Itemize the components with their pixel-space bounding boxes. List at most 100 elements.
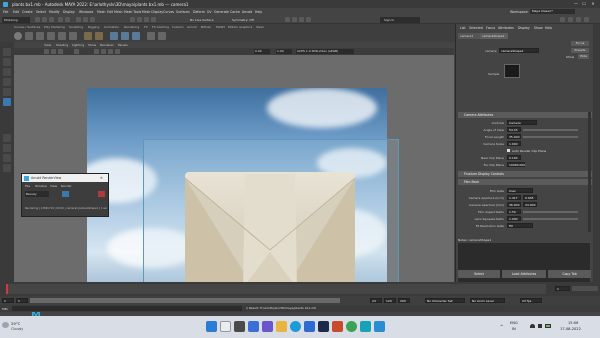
shelf-target-weld-icon[interactable] (158, 32, 166, 40)
vp-menu-renderer[interactable]: Renderer (100, 43, 114, 47)
mode-select[interactable]: Modeling (2, 16, 30, 23)
chrome-icon[interactable] (346, 321, 357, 332)
select-hierarchy-icon[interactable] (76, 16, 81, 22)
timeline-track[interactable] (6, 284, 546, 294)
shelf-extrude-icon[interactable] (110, 32, 118, 40)
shelf-cylinder-icon[interactable] (36, 32, 44, 40)
arnold-render-window[interactable]: Arnold RenderView ✕ File Window View Ren… (21, 173, 109, 217)
focus-button[interactable]: Focus (571, 41, 589, 46)
anim-layer-select[interactable]: No Anim Layer (470, 298, 505, 303)
mel-label[interactable]: MEL (2, 307, 8, 311)
aperture-mm-field-1[interactable]: 36.000 (507, 202, 521, 207)
menu-select[interactable]: Select (36, 10, 46, 14)
modeling-toolkit-icon[interactable] (560, 16, 565, 22)
select-component-icon[interactable] (90, 16, 95, 22)
rw-menu-file[interactable]: File (25, 184, 30, 188)
attr-tab-display[interactable]: Display (518, 26, 530, 30)
select-object-icon[interactable] (83, 16, 88, 22)
viewport[interactable]: View Shading Lighting Show Renderer Pane… (14, 42, 454, 321)
playback-start-field[interactable]: 1 (16, 298, 28, 303)
ipr-render-icon[interactable] (292, 16, 297, 22)
vp-menu-lighting[interactable]: Lighting (72, 43, 84, 47)
anim-end-field-2[interactable]: 200 (398, 298, 410, 303)
camera-attrs-icon[interactable] (44, 49, 49, 54)
time-slider[interactable]: 1 (0, 282, 600, 296)
shelf-plane-icon[interactable] (58, 32, 66, 40)
render-close-icon[interactable]: ✕ (100, 176, 103, 180)
shelf-tab-sculpting[interactable]: Sculpting (69, 25, 83, 29)
shelf-sphere-icon[interactable] (14, 32, 22, 40)
scale-tool-icon[interactable] (3, 98, 11, 106)
shelf-tab-mash[interactable]: MASH (216, 25, 225, 29)
film-gate-select[interactable]: User (507, 188, 533, 193)
menu-mesh-tools[interactable]: Mesh Tools (124, 10, 141, 14)
menu-mesh-display[interactable]: Mesh Display (142, 10, 163, 14)
shelf-tab-poly[interactable]: Poly Modeling (44, 25, 65, 29)
image-plane-icon[interactable] (58, 49, 63, 54)
node-tab-camera1[interactable]: camera1 (458, 33, 480, 39)
playback-controls[interactable] (572, 286, 598, 291)
frustum-section[interactable]: Frustum Display Controls (458, 171, 592, 177)
maya-taskbar-icon[interactable] (360, 321, 371, 332)
menu-help[interactable]: Help (255, 10, 262, 14)
film-aspect-slider[interactable] (523, 211, 578, 213)
attr-scrollbar[interactable] (588, 112, 591, 232)
shelf-tab-animation[interactable]: Animation (104, 25, 119, 29)
envelope-mesh[interactable] (185, 172, 355, 290)
wifi-icon[interactable] (530, 324, 535, 328)
shelf-tab-motion-graphics[interactable]: Motion Graphics (228, 25, 252, 29)
tool-settings-icon[interactable] (576, 16, 581, 22)
attr-tab-attributes[interactable]: Attributes (498, 26, 514, 30)
undo-icon[interactable] (58, 16, 63, 22)
menu-modify[interactable]: Modify (49, 10, 60, 14)
minimize-button[interactable]: — (572, 1, 580, 7)
color-space-select[interactable]: ACES 1.0 SDR-video (sRGB) (296, 49, 354, 54)
camera-scale-field[interactable]: 1.000 (507, 141, 521, 146)
shelf-tab-bifrost[interactable]: Bifrost (201, 25, 211, 29)
textured-icon[interactable] (108, 49, 113, 54)
start-icon[interactable] (206, 321, 217, 332)
shelf-bevel-icon[interactable] (132, 32, 140, 40)
character-set-select[interactable]: No Character Set (425, 298, 465, 303)
shelf-tab-custom[interactable]: Custom (172, 25, 184, 29)
outliner-layout-icon[interactable] (3, 164, 11, 172)
menu-display[interactable]: Display (63, 10, 75, 14)
sign-in-button[interactable]: Sign In (380, 16, 420, 23)
task-view-icon[interactable] (234, 321, 245, 332)
move-tool-icon[interactable] (3, 78, 11, 86)
film-aspect-field[interactable]: 1.50 (507, 209, 521, 214)
fps-select[interactable]: 24 fps (520, 298, 542, 303)
search-icon[interactable] (220, 321, 231, 332)
file-explorer-icon[interactable] (276, 321, 287, 332)
lens-squeeze-field[interactable]: 1.000 (507, 216, 521, 221)
select-tool-icon[interactable] (3, 48, 11, 56)
shelf-multicut-icon[interactable] (147, 32, 155, 40)
render-window-header[interactable]: Arnold RenderView ✕ (22, 174, 108, 182)
lens-squeeze-slider[interactable] (523, 218, 578, 220)
menu-edit-mesh[interactable]: Edit Mesh (107, 10, 123, 14)
menu-file[interactable]: File (3, 10, 8, 14)
render-stop-icon[interactable] (98, 191, 105, 197)
widgets-icon[interactable] (248, 321, 259, 332)
menu-arnold[interactable]: Arnold (242, 10, 252, 14)
menu-cache[interactable]: Cache (230, 10, 240, 14)
near-clip-field[interactable]: 0.100 (507, 155, 521, 160)
focal-length-field[interactable]: 35.000 (507, 134, 521, 139)
shelf-tab-arnold[interactable]: Arnold (187, 25, 197, 29)
workspace-select[interactable]: Maya Classic* (530, 9, 575, 14)
current-frame-field[interactable]: 1 (555, 286, 570, 291)
grid-toggle-icon[interactable] (74, 49, 79, 54)
lasso-tool-icon[interactable] (3, 58, 11, 66)
save-scene-icon[interactable] (49, 16, 54, 22)
auto-clip-checkbox[interactable] (507, 149, 510, 152)
angle-of-view-field[interactable]: 54.43 (507, 127, 521, 132)
weather-temp[interactable]: 29°C (11, 321, 20, 326)
lang-region[interactable]: IN (512, 327, 516, 331)
controls-select[interactable]: Camera (507, 120, 537, 125)
attribute-editor-icon[interactable] (568, 16, 573, 22)
copy-tab-button[interactable]: Copy Tab (548, 270, 591, 278)
attr-tab-selected[interactable]: Selected (469, 26, 483, 30)
shelf-tab-fx-caching[interactable]: FX Caching (152, 25, 169, 29)
chat-icon[interactable] (262, 321, 273, 332)
maximize-button[interactable]: ☐ (580, 1, 588, 7)
